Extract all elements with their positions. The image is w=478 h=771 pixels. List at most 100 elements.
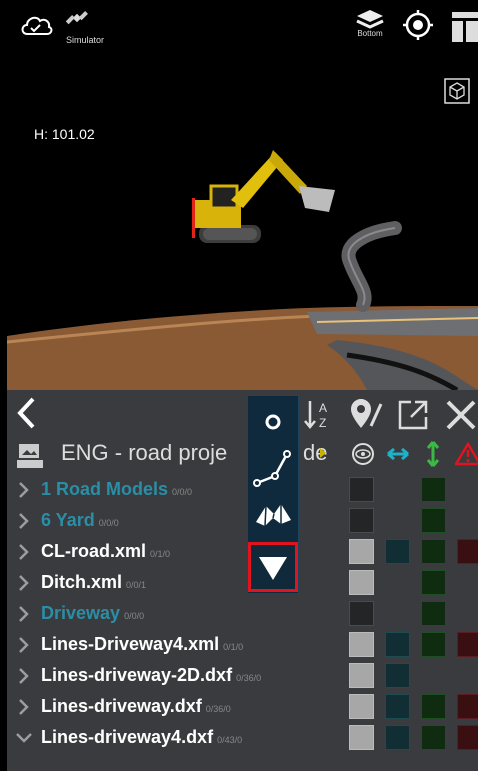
title-expand-arrow-icon	[320, 448, 326, 458]
horizontal-toggle[interactable]	[385, 663, 410, 688]
list-item-counts: 0/1/0	[223, 642, 244, 652]
horizontal-toggle[interactable]	[385, 539, 410, 564]
chevron-down-icon[interactable]	[15, 728, 33, 748]
close-icon	[446, 400, 476, 430]
cloud-check-icon	[21, 16, 53, 35]
cloud-sync-icon[interactable]	[19, 12, 53, 43]
visibility-toggle[interactable]	[349, 508, 374, 533]
visibility-toggle[interactable]	[349, 632, 374, 657]
list-item-name: Driveway 0/0/0	[41, 603, 144, 624]
open-external-button[interactable]	[397, 399, 429, 436]
external-link-icon	[398, 400, 428, 430]
list-item-label: Driveway	[41, 603, 121, 623]
polyline-tool-button[interactable]	[248, 446, 298, 491]
chevron-right-icon[interactable]	[15, 573, 33, 593]
triangle-down-icon	[259, 557, 287, 580]
list-item-label: Lines-Driveway4.xml	[41, 634, 220, 654]
vertical-column-header[interactable]	[423, 440, 443, 473]
map-pin-edit-button[interactable]	[349, 398, 383, 435]
surface-tool-button[interactable]	[248, 494, 298, 539]
visibility-column-header[interactable]	[351, 442, 375, 471]
vertical-toggle[interactable]	[421, 539, 446, 564]
visibility-toggle[interactable]	[349, 663, 374, 688]
layer-select-button[interactable]: Bottom	[352, 8, 388, 38]
map-pin-icon	[351, 399, 383, 428]
list-item-counts: 0/0/0	[98, 518, 119, 528]
3d-viewport[interactable]: Simulator Bottom H: 101.02	[7, 0, 478, 390]
list-item[interactable]: Lines-Driveway4.xml 0/1/0	[7, 629, 478, 661]
chevron-right-icon[interactable]	[15, 697, 33, 717]
warning-toggle[interactable]	[457, 539, 478, 564]
list-item-label: Lines-driveway-2D.dxf	[41, 665, 233, 685]
point-tool-button[interactable]	[248, 398, 298, 443]
list-item[interactable]: Driveway 0/0/0	[7, 598, 478, 630]
list-item-name: Lines-Driveway4.xml 0/1/0	[41, 634, 243, 655]
vertical-toggle[interactable]	[421, 508, 446, 533]
visibility-toggle[interactable]	[349, 570, 374, 595]
project-title: ENG - road proje	[61, 440, 227, 466]
chevron-right-icon[interactable]	[15, 511, 33, 531]
list-item[interactable]: CL-road.xml 0/1/0	[7, 536, 478, 568]
list-item-counts: 0/36/0	[205, 704, 231, 714]
height-readout: H: 101.02	[34, 126, 95, 142]
list-item-name: Lines-driveway4.dxf 0/43/0	[41, 727, 242, 748]
warning-toggle[interactable]	[457, 694, 478, 719]
chevron-right-icon[interactable]	[15, 542, 33, 562]
list-item[interactable]: 1 Road Models 0/0/0	[7, 474, 478, 506]
project-title-text: ENG - road proje	[61, 440, 228, 465]
sort-button[interactable]: A Z	[303, 398, 335, 435]
sort-az-icon: A Z	[304, 401, 327, 430]
list-item-name: CL-road.xml 0/1/0	[41, 541, 170, 562]
grid-icon	[452, 12, 478, 42]
visibility-toggle[interactable]	[349, 694, 374, 719]
chevron-right-icon[interactable]	[15, 635, 33, 655]
layer-panel: A Z ENG - road proje de 1 Road Models 0/…	[7, 390, 478, 771]
vertical-toggle[interactable]	[421, 632, 446, 657]
list-item-counts: 0/1/0	[150, 549, 171, 559]
horizontal-column-header[interactable]	[385, 442, 411, 471]
horizontal-toggle[interactable]	[385, 694, 410, 719]
vertical-toggle[interactable]	[421, 601, 446, 626]
list-item[interactable]: 6 Yard 0/0/0	[7, 505, 478, 537]
list-item-name: 1 Road Models 0/0/0	[41, 479, 192, 500]
locate-button[interactable]	[402, 9, 434, 46]
cube-icon	[444, 78, 470, 104]
triangle-tool-button[interactable]	[248, 542, 298, 592]
gnss-simulator[interactable]: Simulator	[65, 6, 104, 45]
vertical-toggle[interactable]	[421, 477, 446, 502]
list-item-label: Lines-driveway4.dxf	[41, 727, 214, 747]
list-item[interactable]: Lines-driveway-2D.dxf 0/36/0	[7, 660, 478, 692]
list-item-label: 1 Road Models	[41, 479, 169, 499]
list-item[interactable]: Lines-driveway.dxf 0/36/0	[7, 691, 478, 723]
list-item-label: Ditch.xml	[41, 572, 123, 592]
svg-text:Z: Z	[319, 416, 326, 430]
visibility-toggle[interactable]	[349, 477, 374, 502]
back-button[interactable]	[15, 396, 37, 435]
chevron-left-icon	[17, 397, 35, 429]
list-item[interactable]: Lines-driveway4.dxf 0/43/0	[7, 722, 478, 754]
warning-toggle[interactable]	[457, 632, 478, 657]
3d-view-button[interactable]	[444, 78, 470, 109]
horizontal-toggle[interactable]	[385, 725, 410, 750]
list-item-counts: 0/43/0	[217, 735, 243, 745]
warning-toggle[interactable]	[457, 725, 478, 750]
grid-menu-button[interactable]	[452, 12, 478, 47]
vertical-toggle[interactable]	[421, 570, 446, 595]
visibility-toggle[interactable]	[349, 725, 374, 750]
chevron-right-icon[interactable]	[15, 480, 33, 500]
list-item-name: Lines-driveway-2D.dxf 0/36/0	[41, 665, 261, 686]
list-item[interactable]: Ditch.xml 0/0/1	[7, 567, 478, 599]
close-button[interactable]	[445, 399, 477, 436]
visibility-toggle[interactable]	[349, 539, 374, 564]
chevron-right-icon[interactable]	[15, 604, 33, 624]
visibility-toggle[interactable]	[349, 601, 374, 626]
vertical-toggle[interactable]	[421, 694, 446, 719]
simulator-label: Simulator	[66, 35, 105, 45]
vertical-toggle[interactable]	[421, 725, 446, 750]
chevron-right-icon[interactable]	[15, 666, 33, 686]
list-item-counts: 0/0/0	[172, 487, 193, 497]
horizontal-toggle[interactable]	[385, 632, 410, 657]
list-item-label: 6 Yard	[41, 510, 95, 530]
warning-column-header[interactable]	[453, 441, 478, 471]
list-item-counts: 0/36/0	[236, 673, 262, 683]
